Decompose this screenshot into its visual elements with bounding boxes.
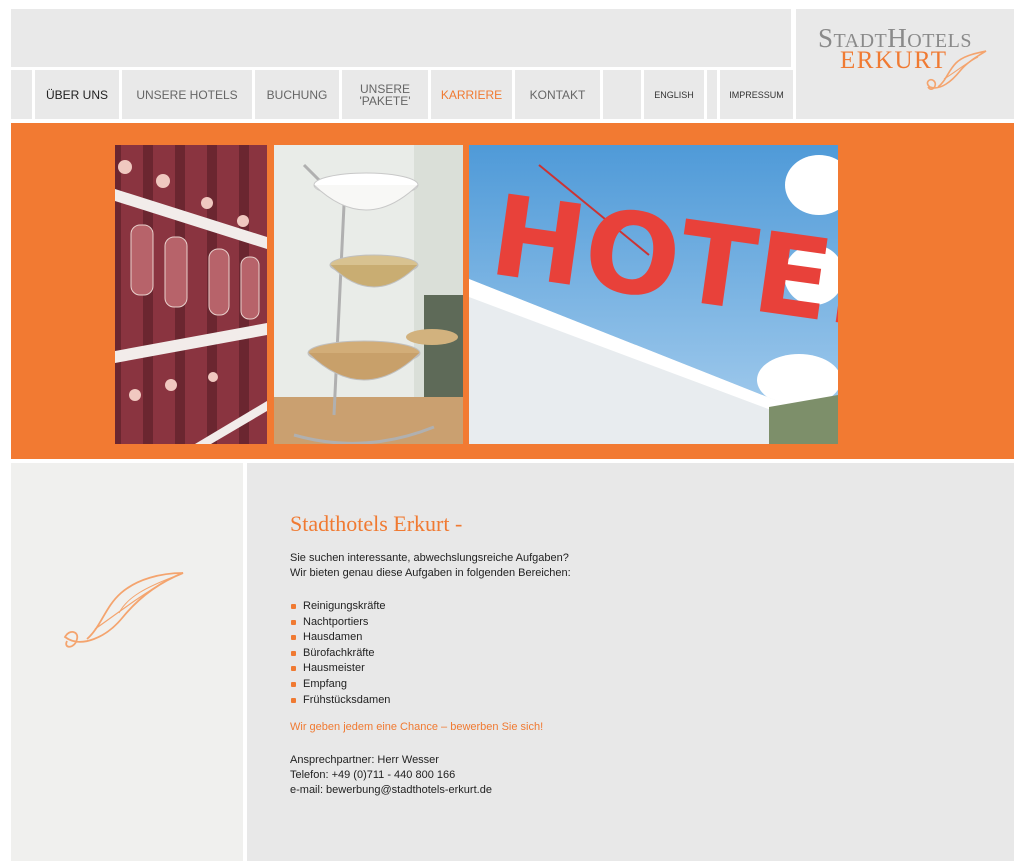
nav-spacer <box>603 70 641 119</box>
contact-email[interactable]: e-mail: bewerbung@stadthotels-erkurt.de <box>290 783 492 798</box>
nav-item-unsere-pakete[interactable]: UNSERE 'PAKETE' <box>342 70 428 119</box>
hero-banner: HOTEL <box>11 123 1014 459</box>
contact-info: Ansprechpartner: Herr Wesser Telefon: +4… <box>290 753 492 798</box>
side-panel <box>11 463 243 861</box>
nav-item-english[interactable]: ENGLISH <box>644 70 704 119</box>
contact-phone: Telefon: +49 (0)711 - 440 800 166 <box>290 769 456 781</box>
list-item: Reinigungskräfte <box>290 599 390 615</box>
call-to-action: Wir geben jedem eine Chance – bewerben S… <box>290 721 544 733</box>
list-item: Frühstücksdamen <box>290 693 390 709</box>
page-frame: STADTHOTELS ERKURT ÜBER UNS UNSERE HOTEL… <box>0 0 1017 861</box>
nav-item-buchung[interactable]: BUCHUNG <box>255 70 339 119</box>
list-item: Empfang <box>290 677 390 693</box>
page-title: Stadthotels Erkurt - <box>290 511 463 536</box>
career-content: Stadthotels Erkurt - Sie suchen interess… <box>247 463 1014 861</box>
list-item: Bürofachkräfte <box>290 646 390 662</box>
logo[interactable]: STADTHOTELS ERKURT <box>796 9 1014 119</box>
nav-item-unsere-hotels[interactable]: UNSERE HOTELS <box>122 70 252 119</box>
nav-item-impressum[interactable]: IMPRESSUM <box>720 70 793 119</box>
job-list: Reinigungskräfte Nachtportiers Hausdamen… <box>290 599 390 708</box>
main-nav: ÜBER UNS UNSERE HOTELS BUCHUNG UNSERE 'PA… <box>11 70 793 119</box>
nav-item-ueber-uns[interactable]: ÜBER UNS <box>35 70 119 119</box>
list-item: Nachtportiers <box>290 615 390 631</box>
nav-spacer <box>707 70 717 119</box>
list-item: Hausmeister <box>290 661 390 677</box>
contact-person: Ansprechpartner: Herr Wesser <box>290 754 439 766</box>
leaf-icon <box>63 572 184 648</box>
intro-text: Sie suchen interessante, abwechslungsrei… <box>290 552 571 579</box>
nav-item-karriere[interactable]: KARRIERE <box>431 70 512 119</box>
hotel-sign-photo: HOTEL <box>469 145 838 444</box>
nav-item-kontakt[interactable]: KONTAKT <box>515 70 600 119</box>
nav-spacer <box>11 70 32 119</box>
header-band <box>11 9 791 67</box>
key-rack-photo <box>115 145 267 444</box>
leaf-icon <box>926 50 987 90</box>
list-item: Hausdamen <box>290 630 390 646</box>
breakfast-bowls-photo <box>274 145 463 444</box>
